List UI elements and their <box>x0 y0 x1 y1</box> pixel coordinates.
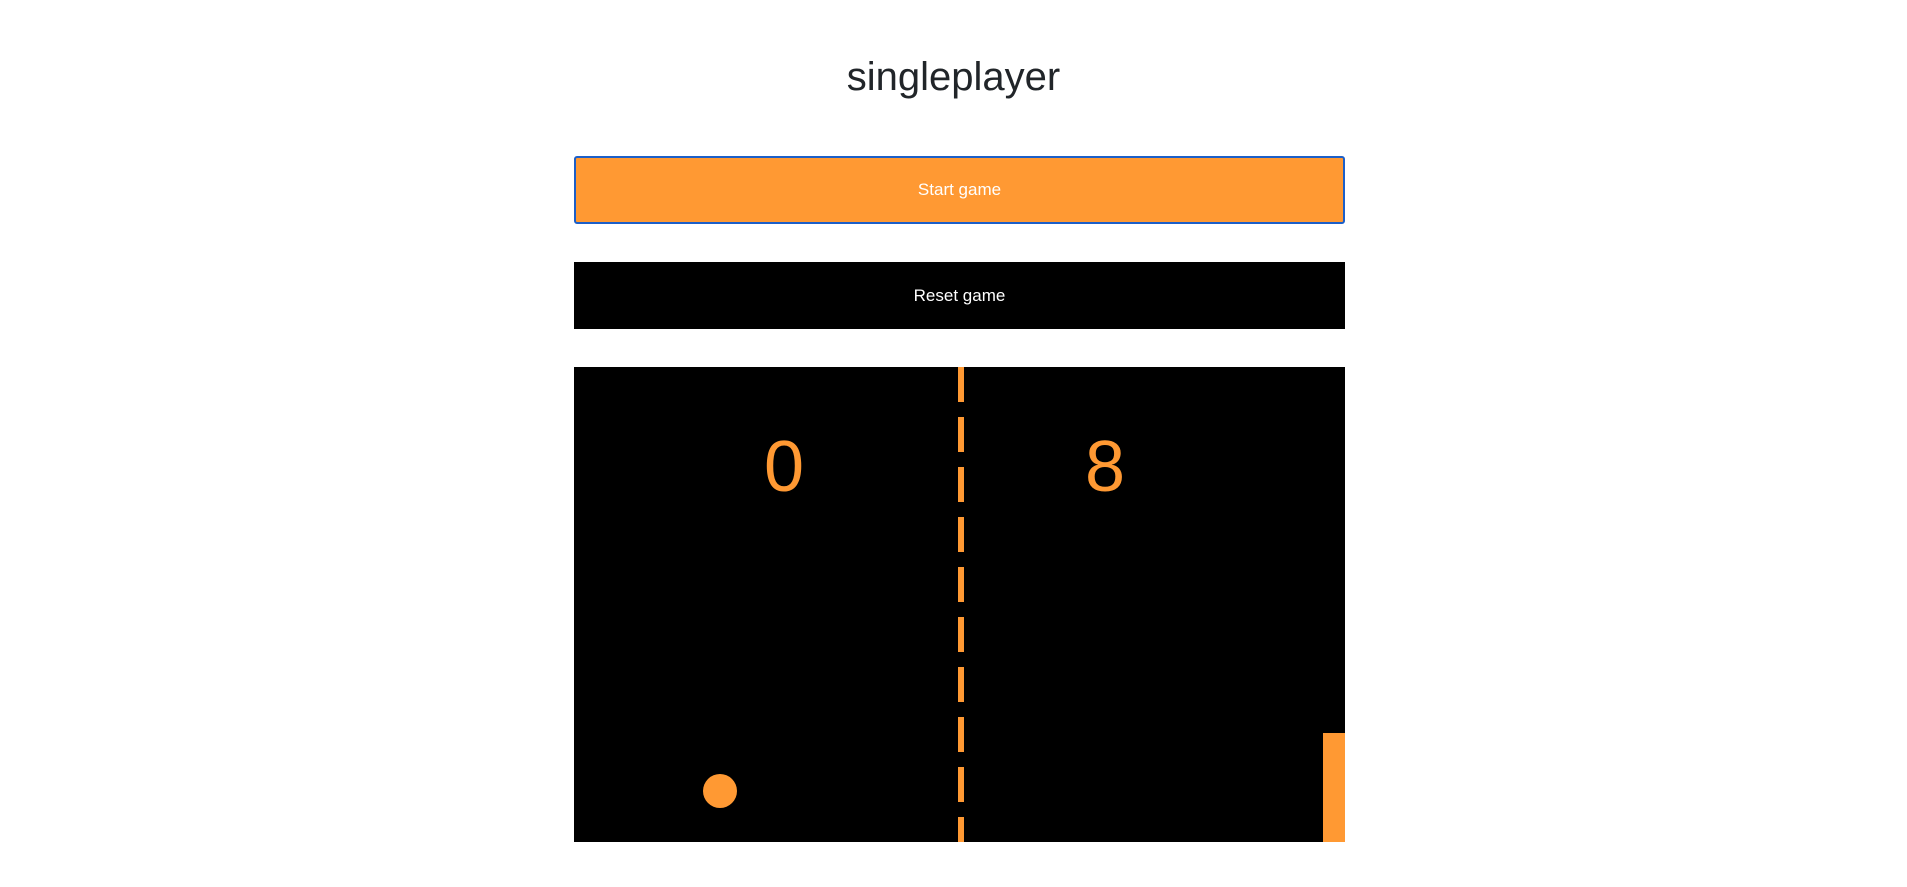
net-segment <box>958 767 964 802</box>
left-score: 0 <box>764 427 804 507</box>
right-paddle <box>1323 733 1345 842</box>
page-title: singleplayer <box>846 55 1061 99</box>
ball <box>703 774 737 808</box>
net-segment <box>958 417 964 452</box>
net-segment <box>958 717 964 752</box>
net-segment <box>958 367 964 402</box>
net-segment <box>958 617 964 652</box>
net-segment <box>958 467 964 502</box>
net-segment <box>958 567 964 602</box>
right-score: 8 <box>1085 427 1125 507</box>
reset-game-button[interactable]: Reset game <box>574 262 1345 329</box>
net-segment <box>958 517 964 552</box>
center-net <box>958 367 964 842</box>
net-segment <box>958 667 964 702</box>
game-court[interactable]: 0 8 <box>574 367 1345 842</box>
net-segment <box>958 817 964 842</box>
start-game-button[interactable]: Start game <box>574 156 1345 224</box>
